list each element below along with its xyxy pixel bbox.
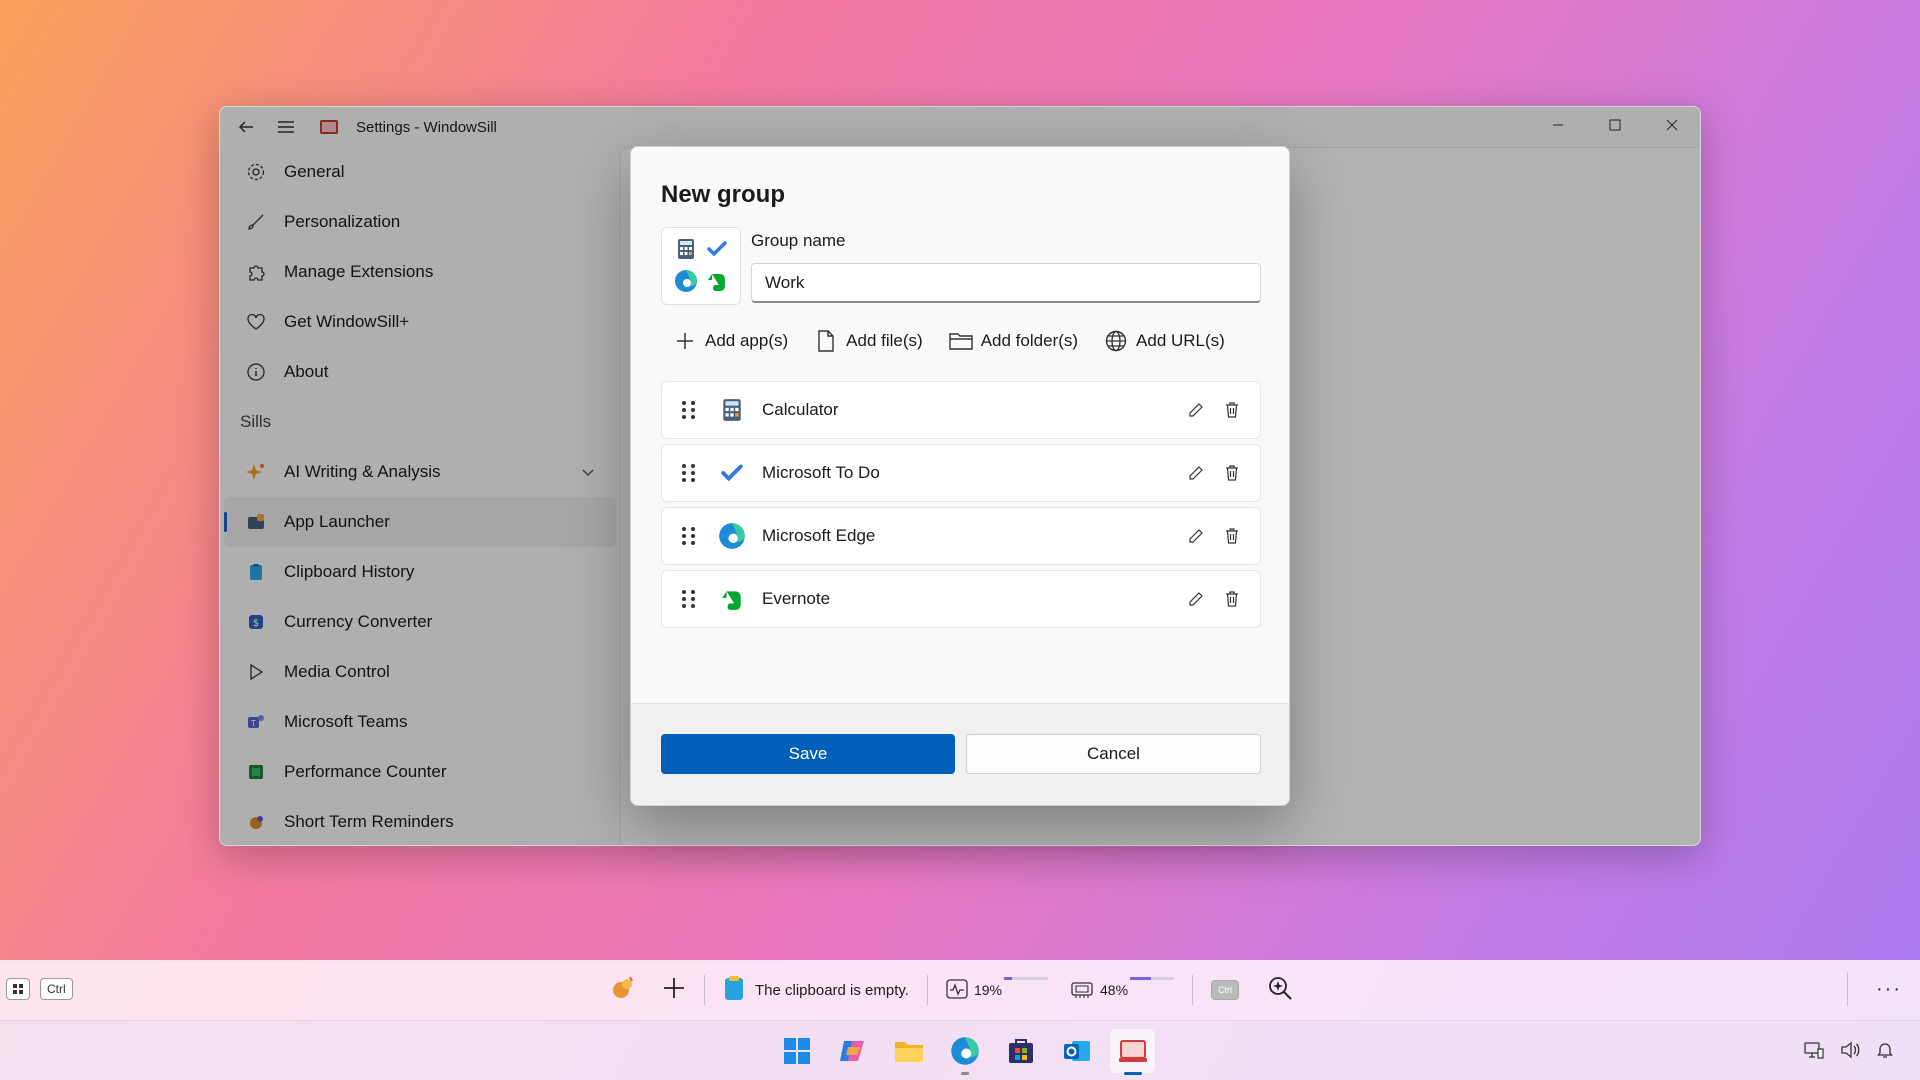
- trash-icon[interactable]: [1220, 398, 1244, 422]
- cancel-button[interactable]: Cancel: [966, 734, 1261, 774]
- list-item[interactable]: Microsoft Edge: [661, 507, 1261, 565]
- memory-percent: 48%: [1100, 982, 1129, 998]
- taskbar: [0, 1020, 1920, 1080]
- list-item[interactable]: Evernote: [661, 570, 1261, 628]
- item-name: Microsoft Edge: [762, 526, 876, 545]
- clipboard-icon: [723, 975, 745, 1005]
- memory-bar: [1130, 976, 1175, 980]
- add-folders-button[interactable]: Add folder(s): [949, 329, 1078, 353]
- globe-icon: [1104, 329, 1128, 353]
- item-name: Evernote: [762, 589, 831, 608]
- calculator-icon: [718, 396, 746, 424]
- dialog-footer: Save Cancel: [631, 703, 1289, 805]
- save-button[interactable]: Save: [661, 734, 955, 774]
- add-apps-button[interactable]: Add app(s): [673, 329, 788, 353]
- drag-handle-icon[interactable]: [682, 464, 702, 482]
- volume-icon[interactable]: [1840, 1041, 1860, 1064]
- trash-icon[interactable]: [1220, 461, 1244, 485]
- separator: [704, 975, 705, 1005]
- cpu-icon: [946, 978, 968, 1002]
- file-icon: [814, 329, 838, 353]
- plus-icon: [673, 329, 697, 353]
- memory-icon: [1070, 980, 1094, 1001]
- cpu-percent: 19%: [973, 982, 1002, 998]
- group-icon-preview[interactable]: [661, 227, 741, 305]
- taskbar-apps: [774, 1029, 1155, 1075]
- windowsill-taskbar-icon[interactable]: [1110, 1029, 1155, 1075]
- magnifier-sparkle-icon[interactable]: [1267, 975, 1293, 1006]
- calculator-icon: [677, 238, 695, 265]
- group-items-list: Calculator Microsoft To Do Microsoft Edg…: [661, 381, 1261, 633]
- add-urls-button[interactable]: Add URL(s): [1104, 329, 1225, 353]
- evernote-icon: [707, 270, 727, 297]
- windowsill-bar: Ctrl The clipboard is empty. 19% 48% Ctr…: [0, 960, 1920, 1020]
- dialog-title: New group: [661, 181, 785, 208]
- todo-icon: [706, 241, 727, 262]
- memory-counter[interactable]: 48%: [1070, 976, 1175, 1001]
- microsoft-store-icon[interactable]: [998, 1029, 1043, 1073]
- running-indicator: [1123, 1072, 1142, 1075]
- pencil-icon[interactable]: [1184, 524, 1208, 548]
- group-name-input[interactable]: [751, 263, 1261, 303]
- list-item[interactable]: Microsoft To Do: [661, 444, 1261, 502]
- running-indicator: [960, 1072, 969, 1075]
- cpu-counter[interactable]: 19%: [946, 976, 1048, 1002]
- cpu-bar-fill: [1004, 976, 1013, 980]
- item-name: Microsoft To Do: [762, 463, 880, 482]
- pencil-icon[interactable]: [1184, 398, 1208, 422]
- separator: [1847, 972, 1848, 1006]
- ctrl-shortcut-icon[interactable]: Ctrl: [1211, 980, 1240, 1000]
- grid-icon[interactable]: [6, 978, 30, 1000]
- drag-handle-icon[interactable]: [682, 401, 702, 419]
- cpu-bar: [1004, 976, 1048, 980]
- item-name: Calculator: [762, 400, 839, 419]
- network-icon[interactable]: [1804, 1041, 1824, 1064]
- notification-bell-icon[interactable]: [1876, 1041, 1894, 1064]
- clipboard-sill[interactable]: The clipboard is empty.: [723, 975, 909, 1005]
- reminder-icon[interactable]: [610, 975, 636, 1006]
- ctrl-key-button[interactable]: Ctrl: [40, 978, 73, 1000]
- sill-center: The clipboard is empty. 19% 48% Ctrl: [610, 970, 1293, 1010]
- memory-bar-fill: [1130, 976, 1152, 980]
- separator: [1192, 975, 1194, 1005]
- trash-icon[interactable]: [1220, 524, 1244, 548]
- sill-left-keys: Ctrl: [6, 978, 73, 1000]
- edge-icon: [718, 522, 746, 550]
- more-options-icon[interactable]: ···: [1876, 978, 1902, 1001]
- windows-start-icon[interactable]: [774, 1029, 819, 1073]
- copilot-icon[interactable]: [830, 1029, 875, 1073]
- trash-icon[interactable]: [1220, 587, 1244, 611]
- pencil-icon[interactable]: [1184, 461, 1208, 485]
- evernote-icon: [718, 585, 746, 613]
- add-files-button[interactable]: Add file(s): [814, 329, 923, 353]
- outlook-icon[interactable]: [1054, 1029, 1099, 1073]
- group-name-label: Group name: [751, 231, 846, 250]
- edge-icon: [674, 269, 698, 298]
- drag-handle-icon[interactable]: [682, 590, 702, 608]
- edge-icon[interactable]: [942, 1029, 987, 1075]
- pencil-icon[interactable]: [1184, 587, 1208, 611]
- list-item[interactable]: Calculator: [661, 381, 1261, 439]
- file-explorer-icon[interactable]: [886, 1029, 931, 1073]
- folder-icon: [949, 329, 973, 353]
- separator: [926, 975, 928, 1005]
- plus-icon[interactable]: [662, 976, 686, 1005]
- add-actions-row: Add app(s) Add file(s) Add folder(s) Add…: [661, 323, 1259, 359]
- new-group-dialog: New group Group name Add app(s) Add file…: [630, 146, 1290, 806]
- drag-handle-icon[interactable]: [682, 527, 702, 545]
- system-tray: [1804, 1041, 1894, 1064]
- clipboard-status: The clipboard is empty.: [755, 981, 909, 999]
- todo-icon: [718, 459, 746, 487]
